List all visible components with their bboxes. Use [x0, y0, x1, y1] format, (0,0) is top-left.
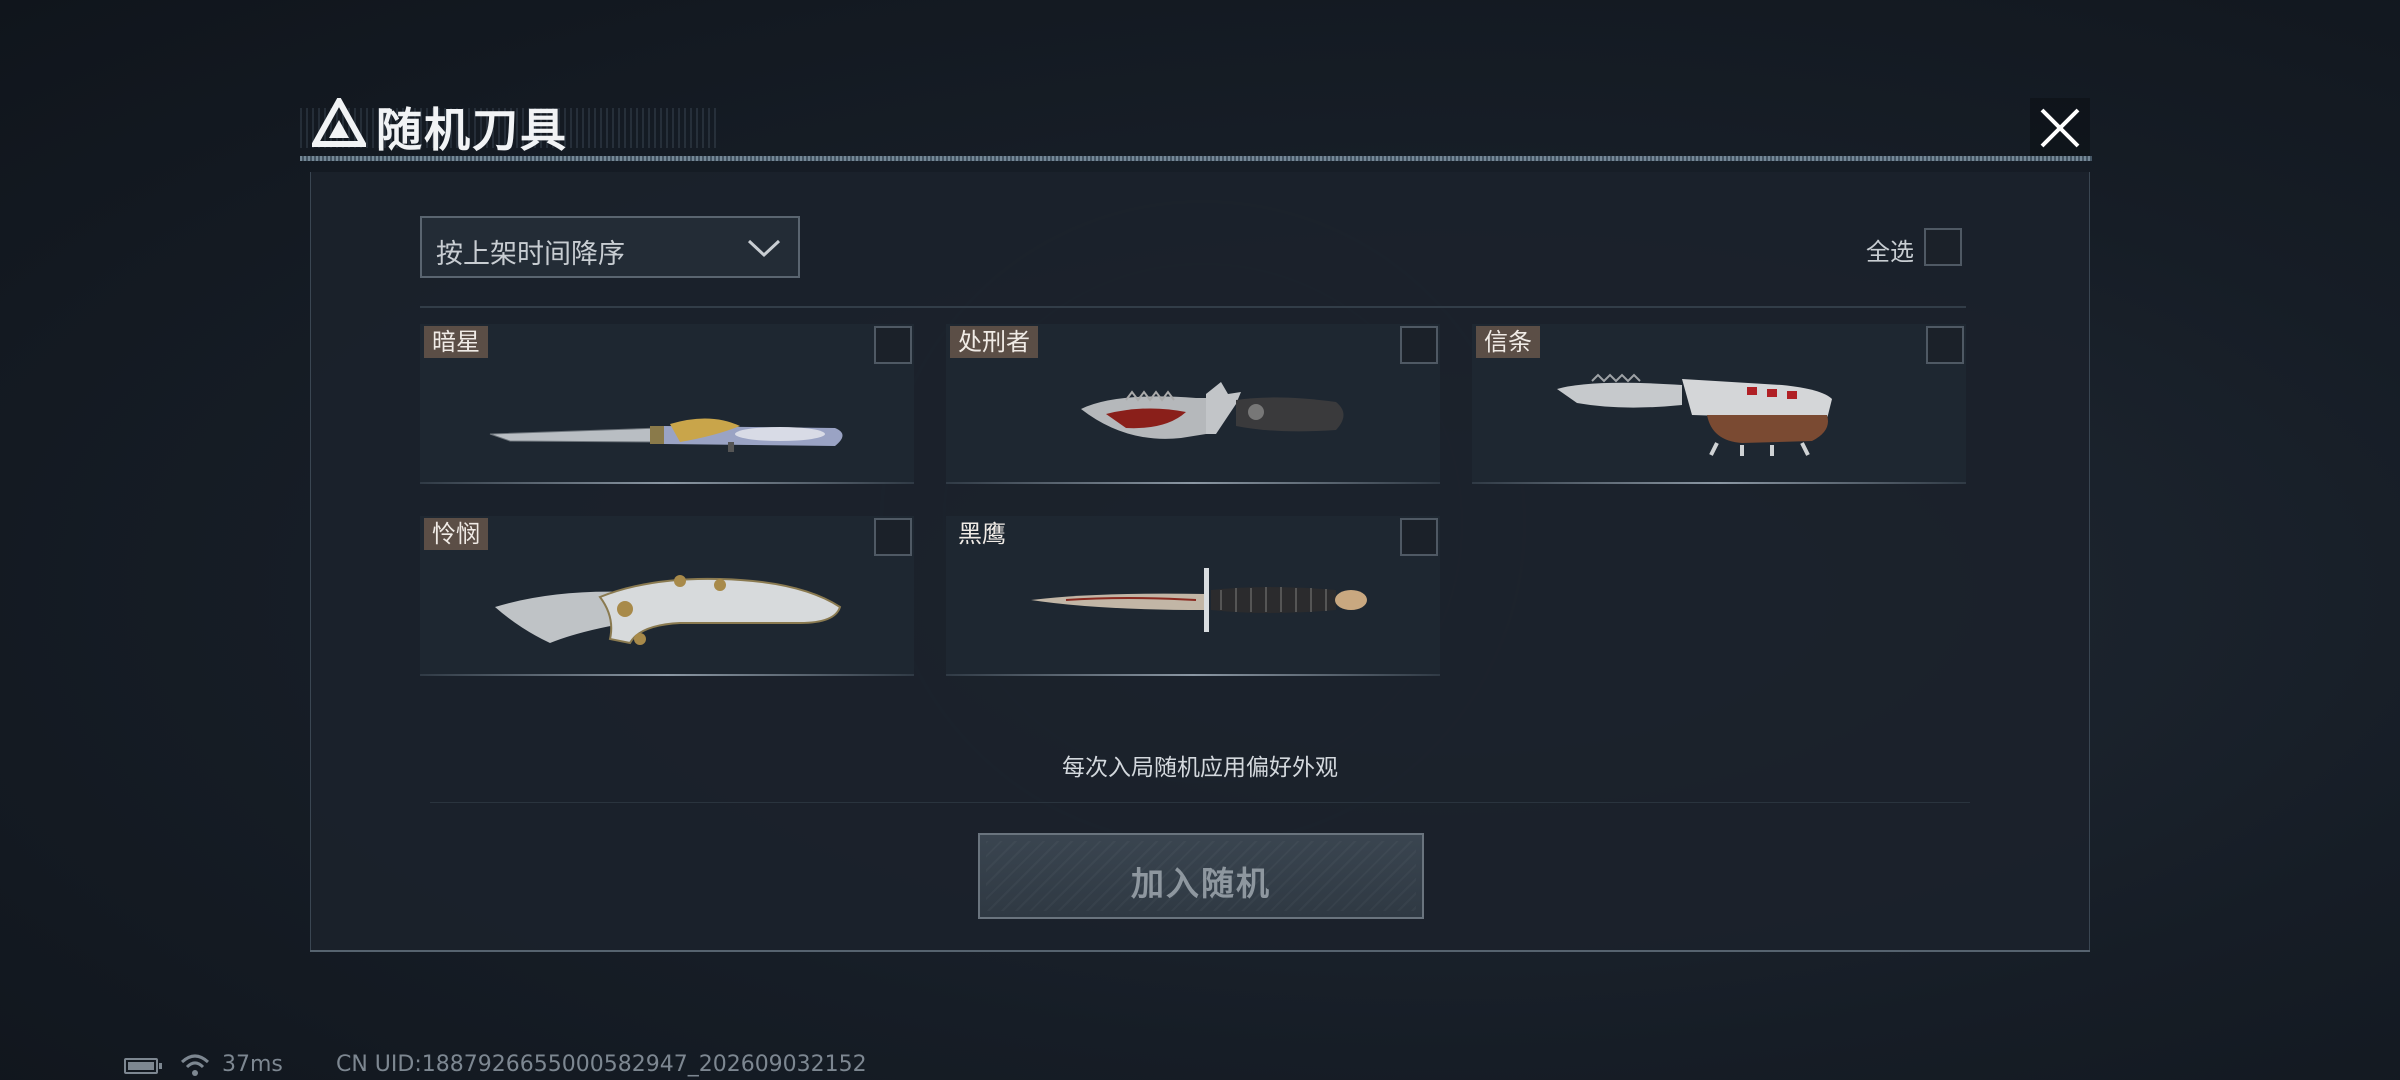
- knife-checkbox[interactable]: [1400, 326, 1438, 364]
- close-button[interactable]: [2030, 98, 2090, 158]
- knife-checkbox[interactable]: [874, 518, 912, 556]
- black-hawk-dagger-icon: [1031, 568, 1367, 632]
- knife-checkbox[interactable]: [1926, 326, 1964, 364]
- join-random-label: 加入随机: [1131, 864, 1271, 903]
- select-all-label: 全选: [1866, 238, 1914, 266]
- knife-card-black-hawk[interactable]: 黑鹰: [946, 516, 1440, 676]
- hint-text: 每次入局随机应用偏好外观: [1062, 755, 1338, 781]
- triangle-logo-icon: [312, 98, 366, 147]
- select-all-checkbox[interactable]: [1924, 228, 1962, 266]
- knife-name: 黑鹰: [958, 520, 1006, 548]
- hint-divider: [430, 802, 1970, 803]
- chevron-down-icon: [747, 239, 781, 258]
- knife-checkbox[interactable]: [1400, 518, 1438, 556]
- header-divider: [300, 156, 2092, 161]
- knife-name: 处刑者: [950, 326, 1038, 358]
- knife-name: 信条: [1476, 326, 1540, 358]
- knife-checkbox[interactable]: [874, 326, 912, 364]
- executioner-knife-icon: [1081, 382, 1344, 439]
- uid-text: CN UID:1887926655000582947_202609032152: [336, 1052, 867, 1077]
- creed-knuckle-knife-icon: [1557, 373, 1832, 456]
- knife-card-mercy[interactable]: 怜悯: [420, 516, 914, 676]
- wifi-icon: [180, 1054, 210, 1076]
- dialog-header: 随机刀具: [300, 88, 2092, 161]
- panel-bottom-border: [310, 950, 2090, 952]
- close-icon: [2040, 108, 2080, 148]
- sort-dropdown-value: 按上架时间降序: [436, 239, 625, 270]
- knife-name: 怜悯: [424, 518, 488, 550]
- knife-card-creed[interactable]: 信条: [1472, 324, 1966, 484]
- ping-text: 37ms: [222, 1052, 283, 1077]
- knife-card-dark-star[interactable]: 暗星: [420, 324, 914, 484]
- knife-name: 暗星: [424, 326, 488, 358]
- mercy-folding-knife-icon: [495, 575, 842, 645]
- dark-star-knife-icon: [489, 418, 843, 452]
- dialog-title: 随机刀具: [376, 103, 568, 157]
- battery-icon: [124, 1058, 162, 1074]
- join-random-button[interactable]: 加入随机: [978, 833, 1424, 919]
- sort-dropdown[interactable]: 按上架时间降序: [420, 216, 800, 278]
- knife-card-executioner[interactable]: 处刑者: [946, 324, 1440, 484]
- toolbar-divider: [420, 306, 1966, 308]
